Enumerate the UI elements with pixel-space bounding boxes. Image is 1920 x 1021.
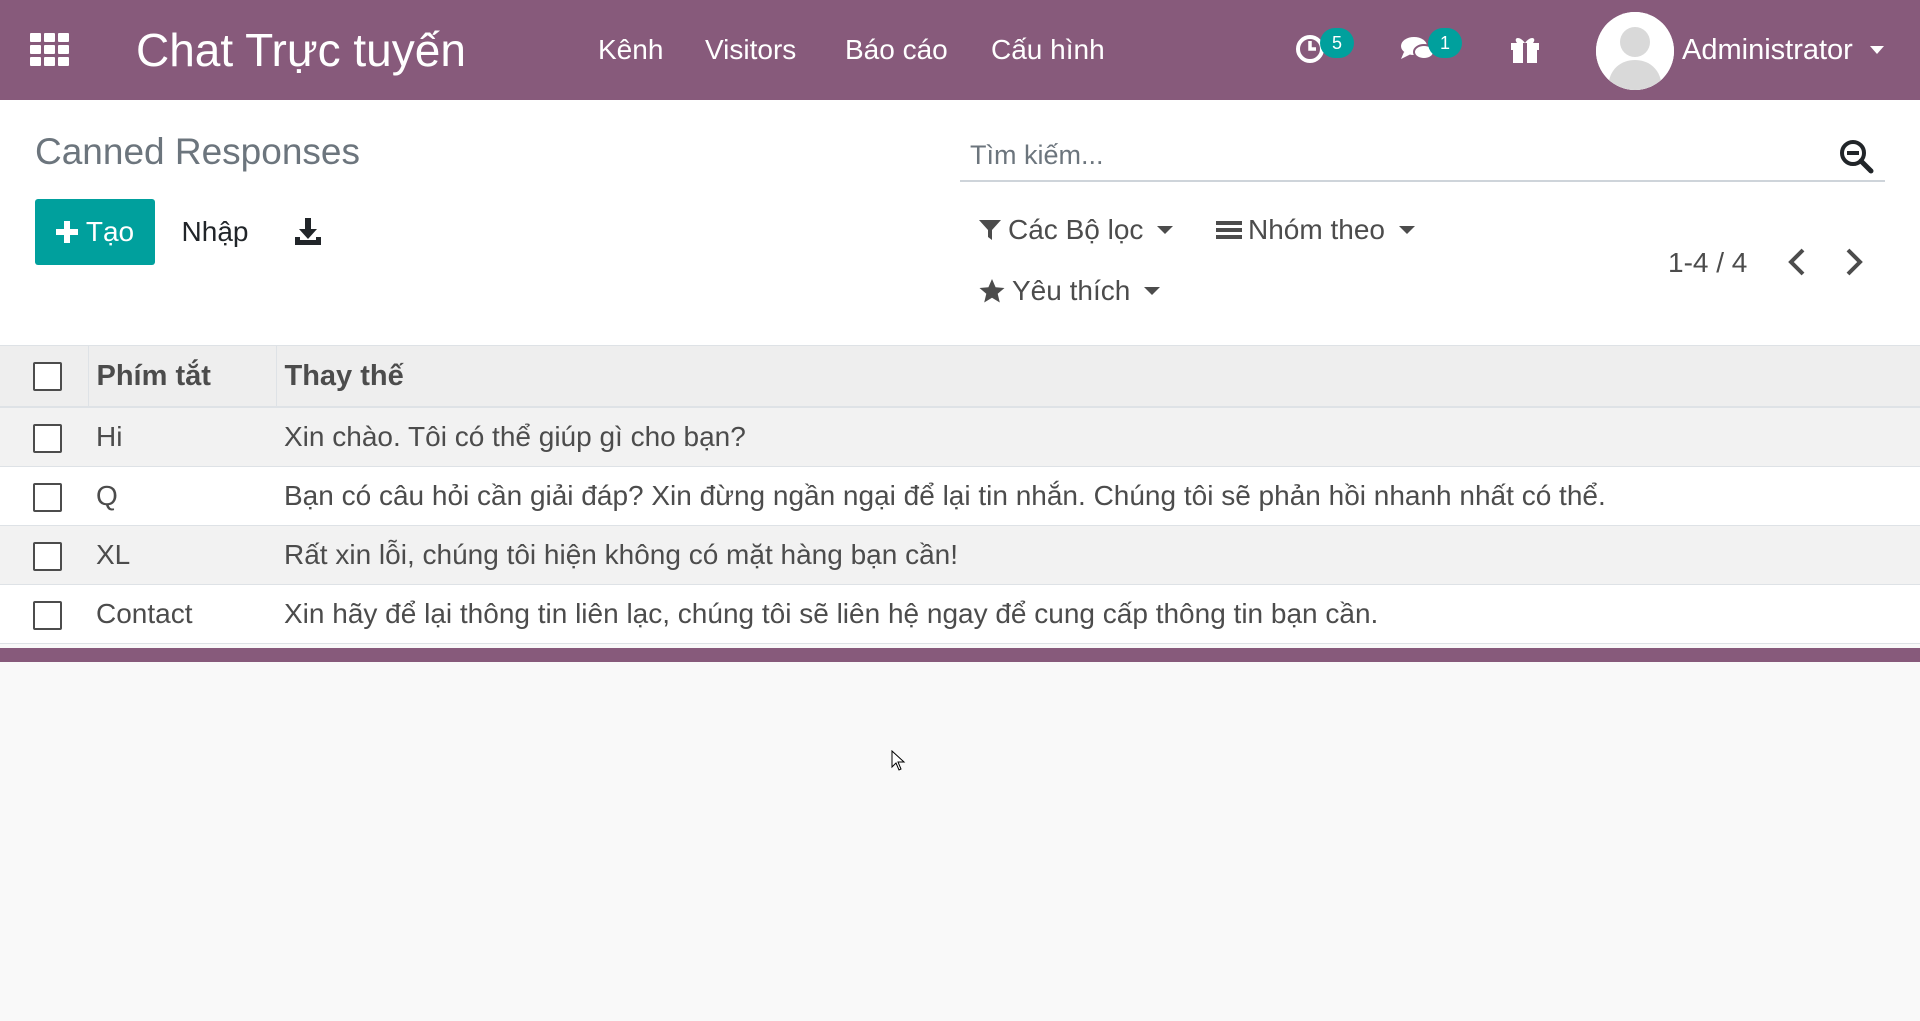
groupby-caret-icon xyxy=(1398,226,1415,234)
app-title[interactable]: Chat Trực tuyến xyxy=(136,22,466,78)
breadcrumb: Canned Responses xyxy=(35,131,360,172)
gift-icon[interactable] xyxy=(1505,28,1545,68)
pager-value[interactable]: 1-4 / 4 xyxy=(1668,246,1747,280)
star-icon xyxy=(979,279,1005,303)
row-substitution[interactable]: Rất xin lỗi, chúng tôi hiện không có mặt… xyxy=(276,525,1920,584)
filters-caret-icon xyxy=(1157,226,1174,234)
create-button[interactable]: Tạo xyxy=(35,199,155,265)
row-substitution[interactable]: Bạn có câu hỏi cần giải đáp? Xin đừng ng… xyxy=(276,466,1920,525)
filters-dropdown[interactable]: Các Bộ lọc xyxy=(978,213,1174,247)
row-checkbox[interactable] xyxy=(33,541,62,571)
import-button[interactable]: Nhập xyxy=(160,199,270,265)
row-check-cell xyxy=(0,466,88,525)
top-navbar: Chat Trực tuyến Kênh Visitors Báo cáo Cấ… xyxy=(0,0,1920,100)
user-silhouette-icon xyxy=(1596,12,1674,90)
table-row[interactable]: XL Rất xin lỗi, chúng tôi hiện không có … xyxy=(0,525,1920,584)
row-shortcut[interactable]: XL xyxy=(88,525,276,584)
groupby-dropdown[interactable]: Nhóm theo xyxy=(1216,213,1415,247)
row-check-cell xyxy=(0,525,88,584)
table-row[interactable]: Contact Xin hãy để lại thông tin liên lạ… xyxy=(0,584,1920,643)
control-panel: Canned Responses Tạo Nhập Các Bộ lọc xyxy=(0,100,1920,346)
menu-item-configuration[interactable]: Cấu hình xyxy=(991,33,1105,67)
messages-count-badge: 1 xyxy=(1428,28,1462,58)
chevron-right-icon[interactable] xyxy=(1835,244,1871,280)
row-check-cell xyxy=(0,584,88,643)
chevron-left-icon[interactable] xyxy=(1780,244,1816,280)
avatar[interactable] xyxy=(1596,12,1674,90)
activity-count-badge: 5 xyxy=(1320,28,1354,58)
search-bar xyxy=(960,130,1885,182)
user-menu-name[interactable]: Administrator xyxy=(1682,33,1853,67)
menu-item-channels[interactable]: Kênh xyxy=(598,33,663,67)
row-shortcut[interactable]: Q xyxy=(88,466,276,525)
search-input[interactable] xyxy=(970,136,1790,174)
download-icon[interactable] xyxy=(292,216,324,248)
select-all-cell xyxy=(0,346,88,407)
header-shortcut[interactable]: Phím tắt xyxy=(87,346,277,407)
row-checkbox[interactable] xyxy=(33,423,62,453)
row-shortcut[interactable]: Contact xyxy=(88,584,276,643)
table-footer-bar xyxy=(0,648,1920,662)
list-bars-icon xyxy=(1216,221,1242,239)
table-header-row: Phím tắt Thay thế xyxy=(0,346,1920,407)
plus-icon xyxy=(55,221,78,243)
menu-item-reports[interactable]: Báo cáo xyxy=(845,33,948,67)
mouse-cursor-icon xyxy=(891,750,906,771)
favorites-caret-icon xyxy=(1144,287,1161,295)
row-checkbox[interactable] xyxy=(33,600,62,630)
row-check-cell xyxy=(0,407,88,466)
filter-icon xyxy=(979,220,1001,240)
search-icon[interactable] xyxy=(1838,138,1874,174)
user-menu-caret-icon[interactable] xyxy=(1870,46,1884,54)
menu-item-visitors[interactable]: Visitors xyxy=(705,33,796,67)
apps-grid-icon[interactable] xyxy=(30,33,70,66)
table-row[interactable]: Hi Xin chào. Tôi có thể giúp gì cho bạn? xyxy=(0,407,1920,466)
row-substitution[interactable]: Xin hãy để lại thông tin liên lạc, chúng… xyxy=(276,584,1920,643)
favorites-dropdown[interactable]: Yêu thích xyxy=(978,274,1161,308)
select-all-checkbox[interactable] xyxy=(33,362,62,392)
row-checkbox[interactable] xyxy=(33,482,62,512)
filters-label: Các Bộ lọc xyxy=(1008,214,1144,245)
row-substitution[interactable]: Xin chào. Tôi có thể giúp gì cho bạn? xyxy=(276,407,1920,466)
favorites-label: Yêu thích xyxy=(1012,275,1131,306)
header-substitution[interactable]: Thay thế xyxy=(276,346,1920,407)
row-shortcut[interactable]: Hi xyxy=(88,407,276,466)
canned-responses-table: Phím tắt Thay thế Hi Xin chào. Tôi có th… xyxy=(0,346,1920,644)
table-row[interactable]: Q Bạn có câu hỏi cần giải đáp? Xin đừng … xyxy=(0,466,1920,525)
groupby-label: Nhóm theo xyxy=(1248,214,1385,245)
create-button-label: Tạo xyxy=(85,216,135,247)
